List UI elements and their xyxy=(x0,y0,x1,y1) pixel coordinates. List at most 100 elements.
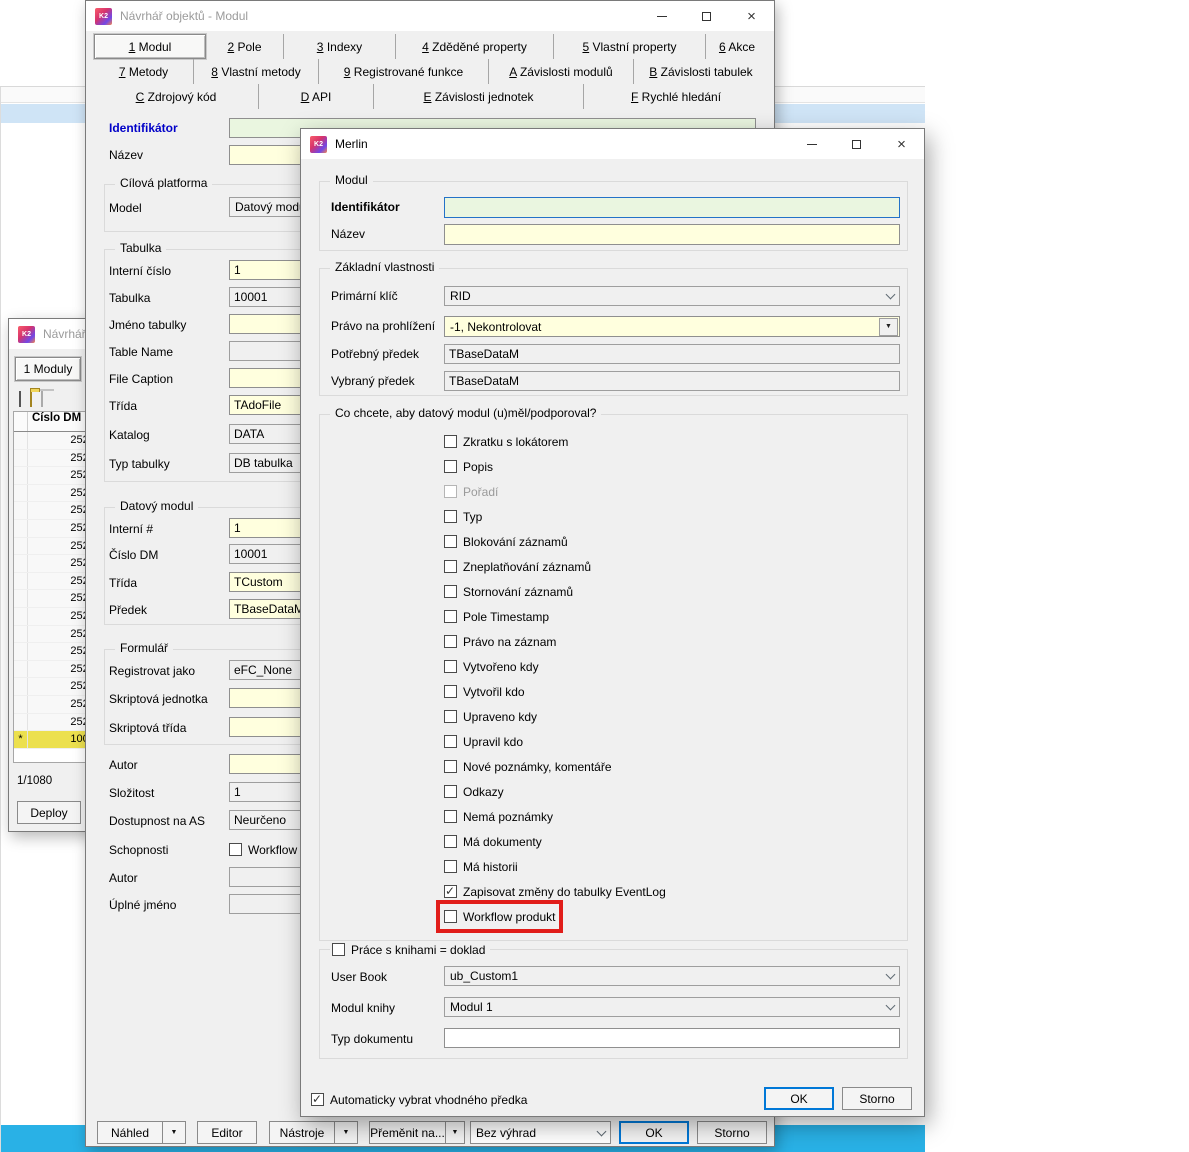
checkbox-upraveno-kdy[interactable]: Upraveno kdy xyxy=(444,708,537,725)
merlin-storno-button[interactable]: Storno xyxy=(842,1087,912,1110)
tab-registrovane-funkce[interactable]: 9 Registrované funkce xyxy=(319,59,489,84)
merlin-identifikator-field[interactable] xyxy=(444,197,900,218)
tab-rychle-hledani[interactable]: F Rychlé hledání xyxy=(584,84,768,109)
tab-indexy[interactable]: 3 Indexy xyxy=(284,34,396,59)
close-icon: × xyxy=(747,7,756,25)
vybrany-predek-field[interactable] xyxy=(444,371,900,391)
checkbox-icon xyxy=(444,660,457,673)
checkbox-odkazy[interactable]: Odkazy xyxy=(444,783,504,800)
user-book-label: User Book xyxy=(331,970,388,984)
maximize-icon xyxy=(852,139,861,149)
checkbox-zneplatnovani-zaznamu[interactable]: Zneplatňování záznamů xyxy=(444,558,591,575)
checkbox-nove-poznamky[interactable]: Nové poznámky, komentáře xyxy=(444,758,612,775)
merlin-ok-button[interactable]: OK xyxy=(764,1087,834,1110)
nastroje-dropdown-button[interactable]: ▼ xyxy=(334,1121,358,1144)
autor-label: Autor xyxy=(109,758,138,772)
checkbox-stornovani-zaznamu[interactable]: Stornování záznamů xyxy=(444,583,573,600)
left-window-toolbar xyxy=(19,389,43,409)
typ-dokumentu-label: Typ dokumentu xyxy=(331,1032,414,1046)
checkbox-pravo-na-zaznam[interactable]: Právo na záznam xyxy=(444,633,556,650)
skript-trida-label: Skriptová třída xyxy=(109,721,187,735)
workflow-capability-checkbox[interactable]: Workflow p xyxy=(229,841,307,858)
uplne-jmeno-label: Úplné jméno xyxy=(109,898,177,912)
checkbox-vytvoreno-kdy[interactable]: Vytvořeno kdy xyxy=(444,658,539,675)
checkbox-typ[interactable]: Typ xyxy=(444,508,482,525)
primarni-klic-label: Primární klíč xyxy=(331,289,398,303)
tab-vlastni-metody[interactable]: 8 Vlastní metody xyxy=(194,59,319,84)
editor-button[interactable]: Editor xyxy=(197,1121,257,1144)
merlin-nazev-field[interactable] xyxy=(444,224,900,245)
new-button[interactable] xyxy=(19,391,21,407)
tab-row-3: C Zdrojový kód D API E Závislosti jednot… xyxy=(94,84,768,109)
dropdown-arrow-button[interactable]: ▼ xyxy=(879,317,898,336)
minimize-button[interactable] xyxy=(639,1,684,31)
open-button[interactable] xyxy=(30,391,32,407)
checkbox-popis[interactable]: Popis xyxy=(444,458,493,475)
tab-zavislosti-jednotek[interactable]: E Závislosti jednotek xyxy=(374,84,584,109)
tab-akce[interactable]: 6 Akce xyxy=(706,34,768,59)
identifikator-label: Identifikátor xyxy=(109,121,178,135)
tab-zdrojovy-kod[interactable]: C Zdrojový kód xyxy=(94,84,259,109)
checkbox-zkratku-s-lokatorem[interactable]: Zkratku s lokátorem xyxy=(444,433,568,450)
checkbox-workflow-produkt[interactable]: Workflow produkt xyxy=(435,900,564,933)
checkbox-prace-s-knihami[interactable]: Práce s knihami = doklad xyxy=(332,941,485,958)
user-book-combo[interactable]: ub_Custom1 xyxy=(444,966,900,986)
delete-button[interactable] xyxy=(41,391,43,407)
storno-button[interactable]: Storno xyxy=(697,1121,767,1144)
potrebny-predek-field[interactable] xyxy=(444,344,900,364)
checkbox-nema-poznamky[interactable]: Nemá poznámky xyxy=(444,808,553,825)
tab-zdedene-property[interactable]: 4 Zděděné property xyxy=(396,34,554,59)
tab-zavislosti-modulu[interactable]: A Závislosti modulů xyxy=(489,59,634,84)
deploy-button[interactable]: Deploy xyxy=(17,801,81,824)
typ-dokumentu-field[interactable] xyxy=(444,1028,900,1048)
nahled-dropdown-button[interactable]: ▼ xyxy=(162,1121,186,1144)
premenit-button[interactable]: Přeměnit na... xyxy=(369,1121,446,1144)
tab-api[interactable]: D API xyxy=(259,84,374,109)
slozitost-label: Složitost xyxy=(109,786,155,800)
tab-vlastni-property[interactable]: 5 Vlastní property xyxy=(554,34,706,59)
checkbox-vytvoril-kdo[interactable]: Vytvořil kdo xyxy=(444,683,525,700)
premenit-dropdown-button[interactable]: ▼ xyxy=(445,1121,465,1144)
maximize-button[interactable] xyxy=(834,129,879,159)
ok-button[interactable]: OK xyxy=(619,1121,689,1144)
interni-label: Interní # xyxy=(109,522,154,536)
checkbox-blokovani-zaznamu[interactable]: Blokování záznamů xyxy=(444,533,568,550)
minimize-icon xyxy=(656,15,667,17)
checkbox-upravil-kdo[interactable]: Upravil kdo xyxy=(444,733,523,750)
predek-label: Předek xyxy=(109,603,148,617)
screen: K2 Návrhář ob 1 Moduly Číslo DM 25278 25… xyxy=(0,0,1189,1152)
minimize-icon xyxy=(806,143,817,145)
k2-logo-icon: K2 xyxy=(310,135,327,153)
close-button[interactable]: × xyxy=(879,129,924,159)
checkbox-pole-timestamp[interactable]: Pole Timestamp xyxy=(444,608,549,625)
close-button[interactable]: × xyxy=(729,1,774,31)
auto-vybrat-predka-checkbox[interactable]: Automaticky vybrat vhodného předka xyxy=(311,1091,527,1108)
checkbox-ma-historii[interactable]: Má historii xyxy=(444,858,518,875)
modul-knihy-combo[interactable]: Modul 1 xyxy=(444,997,900,1017)
minimize-button[interactable] xyxy=(789,129,834,159)
trida-label: Třída xyxy=(109,399,138,413)
tab-zavislosti-tabulek[interactable]: B Závislosti tabulek xyxy=(634,59,768,84)
skript-jednotka-label: Skriptová jednotka xyxy=(109,692,208,706)
window-merlin: K2 Merlin × Modul Identifikátor Název Zá… xyxy=(300,128,925,1117)
k2-logo-icon: K2 xyxy=(95,7,112,25)
pravo-combo[interactable]: -1, Nekontrolovat ▼ xyxy=(444,316,900,337)
nastroje-button[interactable]: Nástroje xyxy=(269,1121,335,1144)
tab-metody[interactable]: 7 Metody xyxy=(94,59,194,84)
checkbox-icon xyxy=(444,760,457,773)
typ-tabulky-label: Typ tabulky xyxy=(109,457,170,471)
primarni-klic-combo[interactable]: RID xyxy=(444,286,900,306)
tab-pole[interactable]: 2 Pole xyxy=(206,34,284,59)
modul-knihy-label: Modul knihy xyxy=(331,1001,396,1015)
checkbox-zapisovat-zmeny-eventlog[interactable]: Zapisovat změny do tabulky EventLog xyxy=(444,883,666,900)
tab-moduly[interactable]: 1 Moduly xyxy=(15,357,81,381)
maximize-button[interactable] xyxy=(684,1,729,31)
tab-modul[interactable]: 1 Modul xyxy=(94,34,206,59)
vyhrady-combo[interactable]: Bez výhrad xyxy=(470,1121,611,1144)
checkbox-ma-dokumenty[interactable]: Má dokumenty xyxy=(444,833,542,850)
potrebny-predek-label: Potřebný předek xyxy=(331,347,420,361)
nahled-button[interactable]: Náhled xyxy=(97,1121,163,1144)
open-folder-icon xyxy=(30,391,32,407)
interni-cislo-label: Interní číslo xyxy=(109,264,172,278)
checkbox-icon xyxy=(444,585,457,598)
